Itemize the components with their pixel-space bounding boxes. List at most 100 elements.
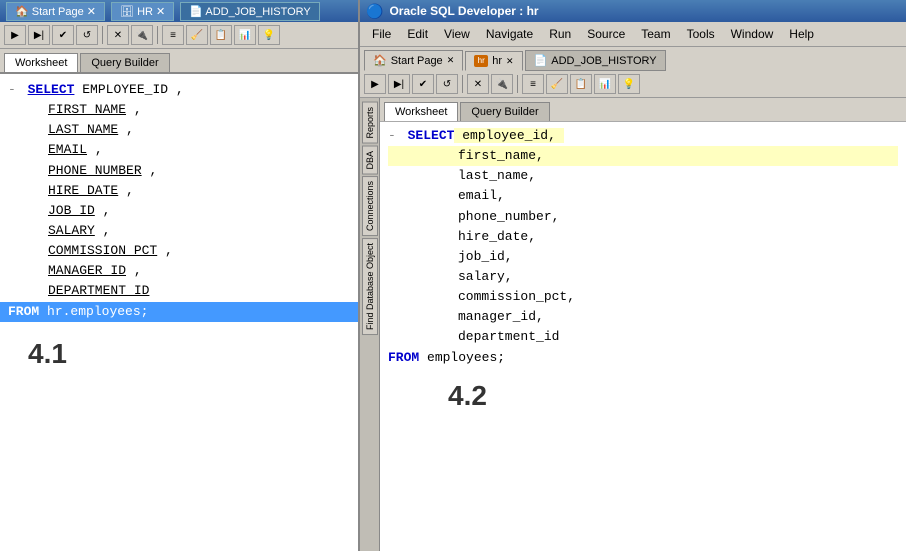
rollback-btn[interactable]: ↺	[76, 25, 98, 45]
autotrace-btn[interactable]: 📊	[234, 25, 256, 45]
field-salary: SALARY	[48, 223, 95, 238]
commit-btn[interactable]: ✔	[52, 25, 74, 45]
right-select-line: - SELECT employee_id,	[388, 126, 898, 146]
left-start-page-tab[interactable]: 🏠 Start Page ✕	[6, 2, 105, 21]
right-autotrace-btn[interactable]: 📊	[594, 74, 616, 94]
run-script-btn[interactable]: ▶|	[28, 25, 50, 45]
field-jobid: JOB_ID	[48, 203, 95, 218]
right-from-line: FROM employees;	[388, 348, 898, 368]
menu-tools[interactable]: Tools	[679, 24, 723, 44]
reports-tab[interactable]: Reports	[362, 102, 378, 144]
right-run-btn[interactable]: ▶	[364, 74, 386, 94]
right-phone: phone_number,	[458, 209, 559, 224]
right-runscript-btn[interactable]: ▶|	[388, 74, 410, 94]
right-from-kw: FROM	[388, 350, 419, 365]
right-title-text: Oracle SQL Developer : hr	[389, 4, 538, 18]
explain-btn[interactable]: 💡	[258, 25, 280, 45]
right-lastname-line: last_name,	[388, 166, 898, 186]
window-tabs: 🏠 Start Page ✕ hr hr ✕ 📄 ADD_JOB_HISTORY	[360, 47, 906, 71]
inner-tab-bar: Worksheet Query Builder	[380, 98, 906, 122]
right-history-btn[interactable]: 📋	[570, 74, 592, 94]
right-select-kw: SELECT	[408, 128, 455, 143]
menu-run[interactable]: Run	[541, 24, 579, 44]
right-salary: salary,	[458, 269, 513, 284]
right-connect-btn[interactable]: 🔌	[491, 74, 513, 94]
right-sql-content: - SELECT employee_id, first_name, last_n…	[388, 126, 898, 423]
right-toolbar: ▶ ▶| ✔ ↺ ✕ 🔌 ≡ 🧹 📋 📊 💡	[360, 71, 906, 98]
right-jobid-line: job_id,	[388, 247, 898, 267]
left-hr-tab[interactable]: 🗄 HR ✕	[111, 2, 174, 21]
field-firstname-comma: ,	[134, 102, 142, 117]
field-phone-line: PHONE_NUMBER ,	[8, 161, 350, 181]
right-email: email,	[458, 188, 505, 203]
menu-file[interactable]: File	[364, 24, 399, 44]
right-hiredate-line: hire_date,	[388, 227, 898, 247]
right-phone-line: phone_number,	[388, 207, 898, 227]
left-addjobhistory-tab[interactable]: 📄 ADD_JOB_HISTORY	[180, 2, 320, 21]
right-querybuilder-tab[interactable]: Query Builder	[460, 102, 549, 121]
sep2	[157, 26, 158, 44]
field-firstname-line: FIRST_NAME ,	[8, 100, 350, 120]
field-deptid: DEPARTMENT_ID	[48, 283, 149, 298]
right-titlebar: 🔵 Oracle SQL Developer : hr	[360, 0, 906, 22]
startpage-wintab[interactable]: 🏠 Start Page ✕	[364, 50, 463, 71]
startpage-close[interactable]: ✕	[447, 55, 455, 66]
version-number: 4.1	[8, 322, 350, 385]
right-cancel-btn[interactable]: ✕	[467, 74, 489, 94]
hr-wintab[interactable]: hr hr ✕	[465, 51, 522, 71]
field-deptid-line: DEPARTMENT_ID	[8, 281, 350, 301]
from-table-name: hr.employees;	[47, 304, 148, 319]
left-sql-editor[interactable]: - SELECT EMPLOYEE_ID , FIRST_NAME , LAST…	[0, 74, 358, 551]
menu-team[interactable]: Team	[633, 24, 678, 44]
menu-help[interactable]: Help	[781, 24, 822, 44]
menu-navigate[interactable]: Navigate	[478, 24, 541, 44]
right-sql-area[interactable]: - SELECT employee_id, first_name, last_n…	[380, 122, 906, 551]
format-btn[interactable]: ≡	[162, 25, 184, 45]
side-tabs: Reports DBA Connections Find Database Ob…	[360, 98, 380, 551]
field-lastname-line: LAST_NAME ,	[8, 120, 350, 140]
field-managerid-line: MANAGER_ID ,	[8, 261, 350, 281]
menu-view[interactable]: View	[436, 24, 478, 44]
right-deptid-line: department_id	[388, 327, 898, 347]
worksheet-tab[interactable]: Worksheet	[4, 53, 78, 72]
left-sql-content: - SELECT EMPLOYEE_ID , FIRST_NAME , LAST…	[0, 74, 358, 391]
right-deptid: department_id	[458, 329, 559, 344]
from-line: FROM hr.employees;	[0, 302, 358, 322]
right-rollback-btn[interactable]: ↺	[436, 74, 458, 94]
left-toolbar: ▶ ▶| ✔ ↺ ✕ 🔌 ≡ 🧹 📋 📊 💡	[0, 22, 358, 49]
right-explain-btn[interactable]: 💡	[618, 74, 640, 94]
right-format-btn[interactable]: ≡	[522, 74, 544, 94]
menu-source[interactable]: Source	[579, 24, 633, 44]
right-employeeid: employee_id,	[454, 128, 564, 143]
field-employeeid: EMPLOYEE_ID ,	[82, 82, 183, 97]
connect-btn[interactable]: 🔌	[131, 25, 153, 45]
find-db-tab[interactable]: Find Database Object	[362, 238, 378, 335]
right-commit-btn[interactable]: ✔	[412, 74, 434, 94]
menu-edit[interactable]: Edit	[399, 24, 436, 44]
right-managerid: manager_id,	[458, 309, 544, 324]
addjob-wintab[interactable]: 📄 ADD_JOB_HISTORY	[525, 50, 666, 71]
field-commission: COMMISSION_PCT	[48, 243, 157, 258]
right-main: Worksheet Query Builder - SELECT employe…	[380, 98, 906, 551]
right-firstname-line: first_name,	[388, 146, 898, 166]
cancel-btn[interactable]: ✕	[107, 25, 129, 45]
menu-bar: File Edit View Navigate Run Source Team …	[360, 22, 906, 47]
right-worksheet-tab[interactable]: Worksheet	[384, 102, 458, 121]
run-btn[interactable]: ▶	[4, 25, 26, 45]
querybuilder-tab[interactable]: Query Builder	[80, 53, 169, 72]
field-hiredate-line: HIRE_DATE ,	[8, 181, 350, 201]
hr-close[interactable]: ✕	[506, 56, 514, 67]
left-panel: 🏠 Start Page ✕ 🗄 HR ✕ 📄 ADD_JOB_HISTORY …	[0, 0, 360, 551]
history-btn[interactable]: 📋	[210, 25, 232, 45]
right-managerid-line: manager_id,	[388, 307, 898, 327]
connections-tab[interactable]: Connections	[362, 176, 378, 236]
clear-btn[interactable]: 🧹	[186, 25, 208, 45]
right-sep1	[462, 75, 463, 93]
dba-tab[interactable]: DBA	[362, 146, 378, 175]
menu-window[interactable]: Window	[723, 24, 782, 44]
field-jobid-line: JOB_ID ,	[8, 201, 350, 221]
right-clear-btn[interactable]: 🧹	[546, 74, 568, 94]
field-salary-line: SALARY ,	[8, 221, 350, 241]
right-content-area: Reports DBA Connections Find Database Ob…	[360, 98, 906, 551]
right-version: 4.2	[388, 368, 898, 423]
